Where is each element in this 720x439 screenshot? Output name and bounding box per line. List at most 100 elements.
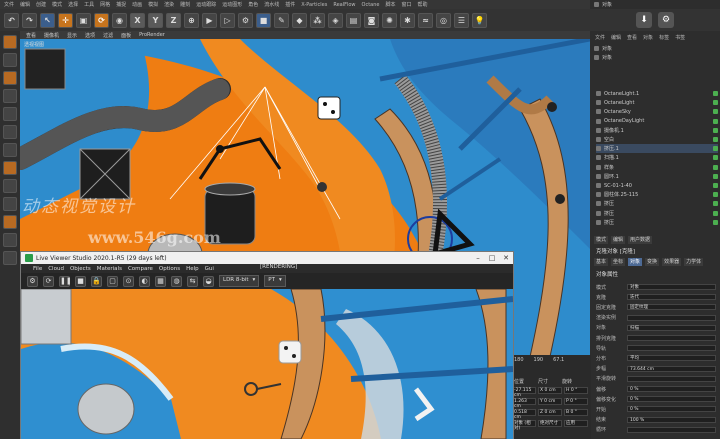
main-menu-item[interactable]: 流水线 <box>264 1 279 8</box>
z-axis-button[interactable]: Z <box>166 12 181 28</box>
attr-tab-userdata[interactable]: 用户数据 <box>628 236 653 244</box>
lv-menu-help[interactable]: Help <box>186 266 199 272</box>
visibility-check-icon[interactable] <box>713 192 718 198</box>
undo-icon[interactable]: ↶ <box>4 12 19 28</box>
rotate-icon[interactable]: ⟳ <box>94 12 109 28</box>
grid-icon[interactable] <box>3 251 17 265</box>
kernel-select[interactable]: PT ▾ <box>264 275 286 287</box>
attribute-value-field[interactable] <box>627 426 716 433</box>
light-icon[interactable]: ✺ <box>382 12 397 28</box>
attribute-value-field[interactable]: 100 % <box>627 416 716 423</box>
main-menu-item[interactable]: 运动跟踪 <box>196 1 216 8</box>
pick-material-icon[interactable]: ◐ <box>139 275 150 287</box>
visibility-check-icon[interactable] <box>713 173 718 179</box>
coordinate-field[interactable]: B 0 ° <box>564 409 588 416</box>
object-row[interactable]: SC-01-1-40 <box>596 181 718 190</box>
main-menu-item[interactable]: 帮助 <box>418 1 428 8</box>
object-row[interactable]: 扫描.1 <box>596 153 718 162</box>
om-menu-tags[interactable]: 标签 <box>659 34 669 41</box>
workplane-icon[interactable] <box>3 89 17 103</box>
viewport-menu-display[interactable]: 显示 <box>67 32 77 39</box>
coordinate-field[interactable]: 应用 <box>564 420 588 427</box>
viewport-menu-options[interactable]: 选项 <box>85 32 95 39</box>
cube-icon[interactable]: ■ <box>256 12 271 28</box>
move-icon[interactable]: ✛ <box>58 12 73 28</box>
make-editable-icon[interactable] <box>3 35 17 49</box>
y-axis-button[interactable]: Y <box>148 12 163 28</box>
lv-menu-file[interactable]: File <box>33 266 42 272</box>
main-menu-item[interactable]: 模拟 <box>148 1 158 8</box>
layer-row[interactable]: 对象 <box>594 53 654 62</box>
edges-mode-icon[interactable] <box>3 125 17 139</box>
render-view-icon[interactable]: ▶ <box>202 12 217 28</box>
coordinate-field[interactable]: -27.115 cm <box>512 387 536 398</box>
close-icon[interactable]: ✕ <box>499 254 513 262</box>
main-menu-item[interactable]: 选择 <box>68 1 78 8</box>
region-render-icon[interactable]: ▢ <box>107 275 118 287</box>
tweak-icon[interactable] <box>3 197 17 211</box>
attribute-value-field[interactable]: 0 % <box>627 406 716 413</box>
object-row[interactable]: 挤压 <box>596 199 718 208</box>
attr-tab-mode[interactable]: 模式 <box>594 236 609 244</box>
restart-icon[interactable]: ⟳ <box>43 275 54 287</box>
attribute-value-field[interactable]: 平均 <box>627 355 716 362</box>
viewport-menu-panel[interactable]: 面板 <box>121 32 131 39</box>
subdivision-icon[interactable]: ◆ <box>292 12 307 28</box>
coordinate-field[interactable]: Y 0 cm <box>538 398 562 405</box>
pick-focus-icon[interactable]: ⊙ <box>123 275 134 287</box>
lightbulb-icon[interactable]: 💡 <box>472 12 487 28</box>
object-row[interactable]: 挤压.1 <box>596 144 718 154</box>
download-icon[interactable]: ⬇ <box>636 12 652 28</box>
snap-icon[interactable] <box>3 215 17 229</box>
coordinate-field[interactable]: P 0 ° <box>564 398 588 405</box>
visibility-check-icon[interactable] <box>713 100 718 106</box>
visibility-check-icon[interactable] <box>713 219 718 225</box>
viewport-menu-filter[interactable]: 过滤 <box>103 32 113 39</box>
main-menu-item[interactable]: 窗口 <box>402 1 412 8</box>
recent-tool-icon[interactable]: ◉ <box>112 12 127 28</box>
live-select-icon[interactable]: ↖ <box>40 12 55 28</box>
lock-icon[interactable]: 🔒 <box>91 275 102 287</box>
object-row[interactable]: 挤压 <box>596 209 718 218</box>
visibility-check-icon[interactable] <box>713 127 718 133</box>
minimize-icon[interactable]: – <box>471 254 485 262</box>
object-row[interactable]: OctaneLight <box>596 98 718 107</box>
visibility-check-icon[interactable] <box>713 183 718 188</box>
uv-mode-icon[interactable] <box>3 161 17 175</box>
viewport-menu-cameras[interactable]: 摄像机 <box>44 32 59 39</box>
lv-menu-compare[interactable]: Compare <box>128 266 153 272</box>
viewport-menu-prorender[interactable]: ProRender <box>139 32 165 38</box>
pen-icon[interactable]: ✎ <box>274 12 289 28</box>
visibility-check-icon[interactable] <box>713 201 718 207</box>
enable-axis-icon[interactable] <box>3 179 17 193</box>
settings-icon[interactable]: ⚙ <box>27 275 38 287</box>
camera-icon[interactable]: ◙ <box>364 12 379 28</box>
live-viewer-titlebar[interactable]: Live Viewer Studio 2020.1-R5 (29 days le… <box>21 252 513 264</box>
maximize-icon[interactable]: □ <box>485 254 499 262</box>
render-picture-viewer-icon[interactable]: ▷ <box>220 12 235 28</box>
visibility-check-icon[interactable] <box>713 155 718 161</box>
object-row[interactable]: OctaneLight.1 <box>596 89 718 98</box>
main-menu-item[interactable]: 工具 <box>84 1 94 8</box>
lock-icon[interactable] <box>3 233 17 247</box>
clay-mode-icon[interactable]: ◍ <box>171 275 182 287</box>
object-row[interactable]: 摄像机.1 <box>596 126 718 135</box>
main-menu-item[interactable]: 运动图形 <box>222 1 242 8</box>
visibility-check-icon[interactable] <box>713 137 718 142</box>
visibility-check-icon[interactable] <box>713 210 718 216</box>
visibility-check-icon[interactable] <box>713 164 718 170</box>
main-menu-item[interactable]: 渲染 <box>164 1 174 8</box>
deformer-icon[interactable]: ◈ <box>328 12 343 28</box>
attribute-value-field[interactable]: 对象 <box>627 284 716 290</box>
object-row[interactable]: 样条 <box>596 163 718 172</box>
pause-icon[interactable]: ❚❚ <box>59 275 72 287</box>
points-mode-icon[interactable] <box>3 107 17 121</box>
attr-tab-edit[interactable]: 编辑 <box>611 236 626 244</box>
attribute-value-field[interactable] <box>627 345 716 352</box>
lv-menu-objects[interactable]: Objects <box>70 266 91 272</box>
coordinate-field[interactable]: 1.263 cm <box>512 398 536 409</box>
main-menu-item[interactable]: 插件 <box>285 1 295 8</box>
om-menu-bookmarks[interactable]: 书签 <box>675 34 685 41</box>
scale-icon[interactable]: ▣ <box>76 12 91 28</box>
octane-icon[interactable]: ◎ <box>436 12 451 28</box>
